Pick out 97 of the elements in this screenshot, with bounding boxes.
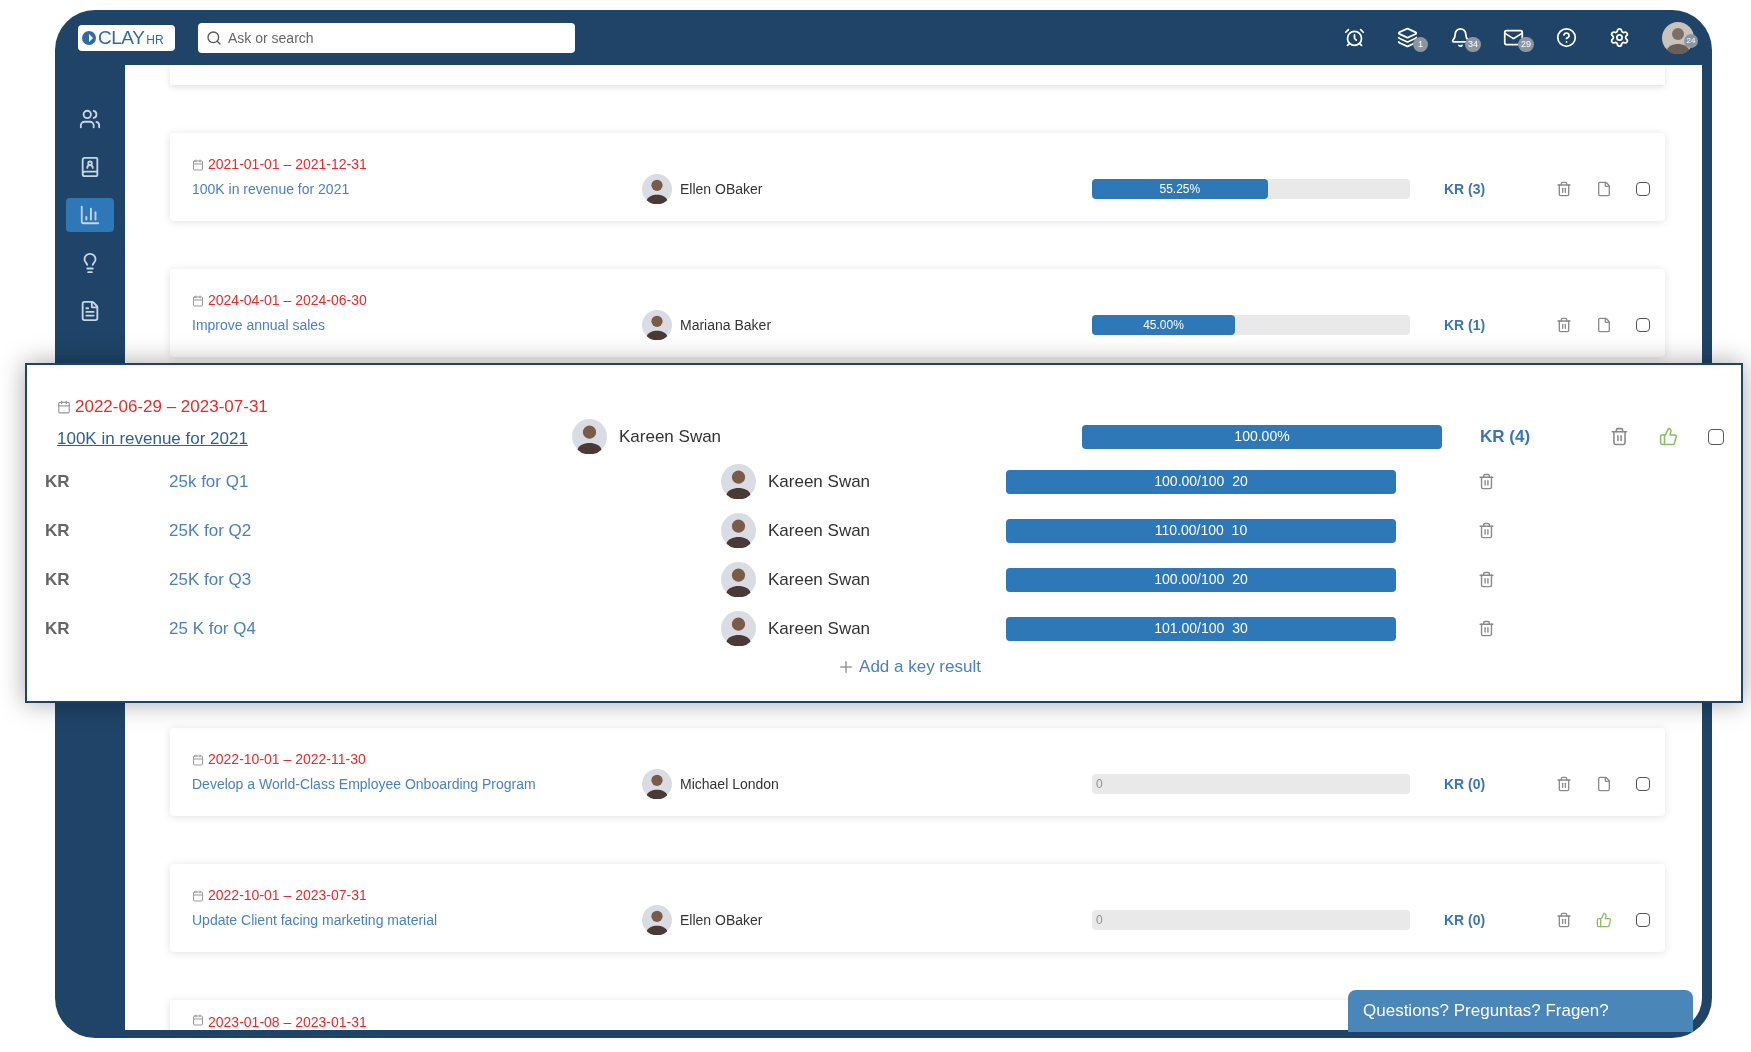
delete-icon[interactable] bbox=[1556, 776, 1572, 792]
progress-label: 55.25% bbox=[1158, 181, 1202, 198]
key-result-link[interactable]: 25K for Q2 bbox=[169, 517, 721, 544]
key-results-link[interactable]: KR (0) bbox=[1444, 912, 1486, 928]
objective-link[interactable]: 100K in revenue for 2021 bbox=[192, 179, 642, 200]
date-range: 2022-06-29 – 2023-07-31 bbox=[75, 396, 268, 418]
owner-name: Kareen Swan bbox=[768, 568, 871, 591]
objective-link[interactable]: 100K in revenue for 2021 bbox=[57, 425, 572, 451]
progress-label: 0 bbox=[1095, 776, 1104, 793]
bar-chart-icon bbox=[79, 204, 101, 226]
date-range: 2022-10-01 – 2023-07-31 bbox=[208, 886, 367, 905]
progress-label: 100.00/100 20 bbox=[1153, 570, 1249, 589]
key-result-tag: KR bbox=[45, 566, 169, 593]
calendar-icon bbox=[192, 294, 204, 307]
key-results-link[interactable]: KR (1) bbox=[1444, 317, 1486, 333]
delete-icon[interactable] bbox=[1556, 317, 1572, 333]
owner-name: Kareen Swan bbox=[768, 470, 871, 493]
document-icon[interactable] bbox=[1596, 776, 1612, 792]
logo-suffix: HR bbox=[146, 31, 164, 49]
date-range: 2021-01-01 – 2021-12-31 bbox=[208, 155, 367, 174]
key-results-link[interactable]: KR (0) bbox=[1444, 776, 1486, 792]
add-key-result-button[interactable]: Add a key result bbox=[837, 654, 981, 680]
owner-name: Mariana Baker bbox=[680, 315, 772, 335]
logo[interactable]: CLAYHR bbox=[78, 24, 175, 51]
key-result-link[interactable]: 25k for Q1 bbox=[169, 468, 721, 495]
delete-icon[interactable] bbox=[1478, 522, 1495, 539]
count-badge: 34 bbox=[1465, 37, 1481, 52]
key-result-tag: KR bbox=[45, 615, 169, 642]
delete-icon[interactable] bbox=[1610, 427, 1629, 446]
document-icon[interactable] bbox=[1596, 317, 1612, 333]
progress-label: 100.00/100 20 bbox=[1153, 472, 1249, 491]
avatar-icon bbox=[642, 769, 672, 799]
delete-icon[interactable] bbox=[1478, 473, 1495, 490]
delete-icon[interactable] bbox=[1478, 571, 1495, 588]
key-result-tag: KR bbox=[45, 517, 169, 544]
avatar-icon bbox=[642, 174, 672, 204]
logo-text: CLAY bbox=[98, 28, 145, 47]
owner-name: Kareen Swan bbox=[768, 519, 871, 542]
delete-icon[interactable] bbox=[1478, 620, 1495, 637]
checkbox[interactable] bbox=[1636, 913, 1650, 927]
checkbox[interactable] bbox=[1636, 777, 1650, 791]
progress-label: 101.00/100 30 bbox=[1153, 619, 1249, 638]
avatar-icon bbox=[721, 611, 756, 646]
key-results-link[interactable]: KR (4) bbox=[1480, 426, 1531, 446]
avatar-icon bbox=[721, 513, 756, 548]
date-range: 2022-10-01 – 2022-11-30 bbox=[208, 750, 366, 769]
thumbs-up-icon[interactable] bbox=[1659, 427, 1678, 446]
sidebar-item[interactable] bbox=[66, 198, 114, 232]
people-icon bbox=[79, 108, 101, 130]
contacts-icon bbox=[79, 156, 101, 178]
search-field[interactable]: Ask or search bbox=[198, 22, 575, 53]
alarm-clock-icon[interactable] bbox=[1344, 27, 1365, 48]
layers-icon[interactable] bbox=[1397, 27, 1418, 48]
avatar-icon bbox=[721, 562, 756, 597]
objective-link[interactable]: Update Client facing marketing material bbox=[192, 910, 642, 931]
progress-label: 0 bbox=[1095, 912, 1104, 929]
calendar-icon bbox=[192, 889, 204, 902]
key-results-link[interactable]: KR (3) bbox=[1444, 181, 1486, 197]
objective-link[interactable]: Improve annual sales bbox=[192, 315, 642, 336]
avatar-icon bbox=[642, 310, 672, 340]
thumbs-up-icon[interactable] bbox=[1596, 912, 1612, 928]
search-icon bbox=[206, 29, 222, 46]
help-icon[interactable] bbox=[1556, 27, 1577, 48]
chat-button[interactable]: Questions? Preguntas? Fragen? bbox=[1348, 990, 1693, 1032]
avatar-icon bbox=[572, 419, 607, 454]
calendar-icon bbox=[192, 158, 204, 171]
calendar-icon bbox=[192, 1014, 204, 1026]
progress-label: 45.00% bbox=[1142, 317, 1185, 334]
key-result-link[interactable]: 25 K for Q4 bbox=[169, 615, 721, 642]
key-result-link[interactable]: 25K for Q3 bbox=[169, 566, 721, 593]
calendar-icon bbox=[57, 399, 71, 414]
date-range: 2024-04-01 – 2024-06-30 bbox=[208, 291, 367, 310]
checkbox[interactable] bbox=[1636, 182, 1650, 196]
delete-icon[interactable] bbox=[1556, 912, 1572, 928]
owner-name: Kareen Swan bbox=[619, 425, 722, 448]
count-badge: 1 bbox=[1413, 37, 1428, 52]
delete-icon[interactable] bbox=[1556, 181, 1572, 197]
key-result-tag: KR bbox=[45, 468, 169, 495]
user-avatar-icon[interactable] bbox=[1662, 21, 1694, 54]
owner-name: Kareen Swan bbox=[768, 617, 871, 640]
settings-icon[interactable] bbox=[1609, 27, 1630, 48]
count-badge: 29 bbox=[1518, 37, 1534, 52]
avatar-icon bbox=[642, 905, 672, 935]
owner-name: Ellen OBaker bbox=[680, 910, 763, 930]
progress-label: 110.00/100 10 bbox=[1153, 521, 1249, 540]
objective-link[interactable]: Develop a World-Class Employee Onboarding Program bbox=[192, 774, 642, 795]
document-icon bbox=[79, 300, 101, 322]
owner-name: Ellen OBaker bbox=[680, 179, 763, 199]
progress-label: 100.00% bbox=[1233, 427, 1291, 446]
logo-mark-icon bbox=[82, 30, 96, 45]
document-icon[interactable] bbox=[1596, 181, 1612, 197]
owner-name: Michael London bbox=[680, 774, 779, 794]
checkbox[interactable] bbox=[1708, 428, 1724, 445]
checkbox[interactable] bbox=[1636, 318, 1650, 332]
avatar-icon bbox=[721, 464, 756, 499]
date-range: 2023-01-08 – 2023-01-31 bbox=[208, 1013, 367, 1030]
calendar-icon bbox=[192, 753, 204, 766]
